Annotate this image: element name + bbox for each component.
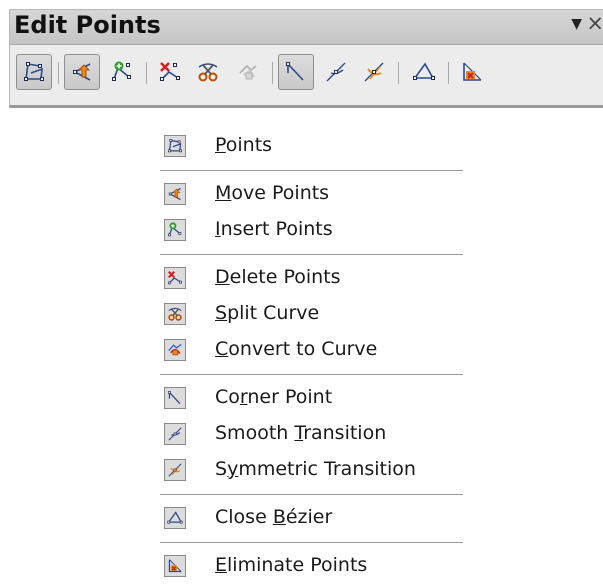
menu-item-label: Smooth Transition	[215, 422, 387, 444]
menu-item-label: Split Curve	[215, 302, 320, 324]
menu-item-close-bezier[interactable]: Close Bézier	[160, 500, 463, 536]
toolbar-smooth-transition-button[interactable]	[318, 54, 354, 90]
split-curve-icon	[195, 59, 221, 85]
menu-separator	[160, 254, 463, 255]
toolbar-close-bezier-button[interactable]	[406, 54, 442, 90]
toolbar-points-button[interactable]	[16, 54, 52, 90]
toolbar-separator	[146, 62, 147, 84]
menu-item-label: Symmetric Transition	[215, 458, 416, 480]
menu-item-label: Convert to Curve	[215, 338, 378, 360]
toolbar-symmetric-transition-button[interactable]	[356, 54, 392, 90]
toolbar-insert-points-button[interactable]	[104, 54, 140, 90]
menu-item-split-curve[interactable]: Split Curve	[160, 296, 463, 332]
move-points-icon	[164, 183, 186, 205]
symmetric-transition-icon	[361, 59, 387, 85]
corner-point-icon	[164, 387, 186, 409]
points-icon	[21, 59, 47, 85]
menu-item-symmetric-transition[interactable]: Symmetric Transition	[160, 452, 463, 488]
menu-item-smooth-transition[interactable]: Smooth Transition	[160, 416, 463, 452]
smooth-transition-icon	[323, 59, 349, 85]
menu-item-points[interactable]: Points	[160, 128, 463, 164]
menu-item-label: Move Points	[215, 182, 330, 204]
menu-item-delete-points[interactable]: Delete Points	[160, 260, 463, 296]
points-icon	[164, 135, 186, 157]
toolbar-separator	[448, 62, 449, 84]
symmetric-transition-icon	[164, 459, 186, 481]
edit-points-toolbar: Edit Points ▼ ×	[9, 9, 603, 108]
menu-item-label: Points	[215, 134, 273, 156]
menu-item-corner-point[interactable]: Corner Point	[160, 380, 463, 416]
menu-separator	[160, 494, 463, 495]
eliminate-points-icon	[459, 59, 485, 85]
menu-item-label: Eliminate Points	[215, 554, 368, 576]
delete-points-icon	[157, 59, 183, 85]
corner-point-icon	[283, 59, 309, 85]
toolbar-corner-point-button[interactable]	[278, 54, 314, 90]
toolbar-button-row	[10, 45, 603, 105]
toolbar-frame-edge	[10, 105, 603, 108]
menu-item-label: Insert Points	[215, 218, 333, 240]
toolbar-split-curve-button[interactable]	[190, 54, 226, 90]
toolbar-separator	[398, 62, 399, 84]
insert-points-icon	[109, 59, 135, 85]
toolbar-delete-points-button[interactable]	[152, 54, 188, 90]
eliminate-points-icon	[164, 555, 186, 577]
menu-item-convert-to-curve[interactable]: Convert to Curve	[160, 332, 463, 368]
close-bezier-icon	[411, 59, 437, 85]
delete-points-icon	[164, 267, 186, 289]
menu-separator	[160, 374, 463, 375]
smooth-transition-icon	[164, 423, 186, 445]
insert-points-icon	[164, 219, 186, 241]
menu-item-label: Close Bézier	[215, 506, 333, 528]
convert-to-curve-icon	[164, 339, 186, 361]
menu-item-eliminate-points[interactable]: Eliminate Points	[160, 548, 463, 584]
toolbar-close-icon[interactable]: ×	[586, 11, 603, 35]
close-bezier-icon	[164, 507, 186, 529]
split-curve-icon	[164, 303, 186, 325]
menu-item-insert-points[interactable]: Insert Points	[160, 212, 463, 248]
toolbar-convert-to-curve-button[interactable]	[230, 54, 266, 90]
toolbar-title: Edit Points	[14, 11, 161, 39]
menu-item-label: Corner Point	[215, 386, 333, 408]
toolbar-separator	[58, 62, 59, 84]
toolbar-eliminate-points-button[interactable]	[454, 54, 490, 90]
toolbar-options-dropdown-icon[interactable]: ▼	[571, 16, 582, 32]
toolbar-move-points-button[interactable]	[64, 54, 100, 90]
toolbar-separator	[272, 62, 273, 84]
convert-to-curve-icon	[235, 59, 261, 85]
move-points-icon	[69, 59, 95, 85]
menu-separator	[160, 542, 463, 543]
menu-item-label: Delete Points	[215, 266, 341, 288]
menu-separator	[160, 170, 463, 171]
menu-item-move-points[interactable]: Move Points	[160, 176, 463, 212]
toolbar-titlebar[interactable]: Edit Points ▼ ×	[10, 10, 603, 45]
